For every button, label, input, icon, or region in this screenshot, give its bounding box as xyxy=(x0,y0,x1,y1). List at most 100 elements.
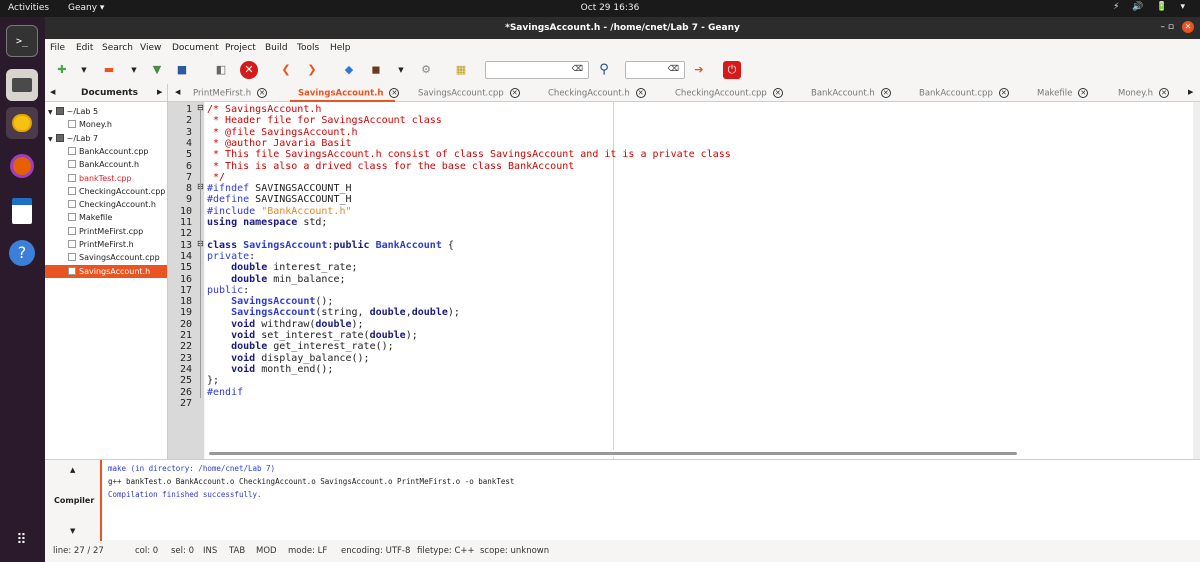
revert-icon[interactable]: ◧ xyxy=(212,61,230,79)
search-input[interactable]: ⌫ xyxy=(485,61,589,79)
menu-view[interactable]: View xyxy=(140,43,161,53)
sidebar-file[interactable]: CheckingAccount.h xyxy=(45,198,167,211)
close-icon[interactable]: ✕ xyxy=(509,88,520,98)
open-folder-icon[interactable]: ▬ xyxy=(100,61,118,79)
sidebar-file[interactable]: PrintMeFirst.cpp xyxy=(45,225,167,238)
close-icon[interactable]: ✕ xyxy=(1182,21,1194,33)
sidebar-next-icon[interactable]: ▶ xyxy=(157,88,162,96)
code-line[interactable]: void month_end(); xyxy=(207,364,333,375)
close-icon[interactable]: ✕ xyxy=(1159,88,1170,98)
code-line[interactable]: #define SAVINGSACCOUNT_H xyxy=(207,194,352,205)
tab-savingsaccount-cpp[interactable]: SavingsAccount.cpp ✕ xyxy=(418,88,520,99)
code-line[interactable]: class SavingsAccount:public BankAccount … xyxy=(207,240,454,251)
tab-makefile[interactable]: Makefile ✕ xyxy=(1037,88,1089,99)
compile-icon[interactable]: ◆ xyxy=(340,61,358,79)
geany-icon[interactable] xyxy=(6,107,38,139)
code-line[interactable]: * This file SavingsAccount.h consist of … xyxy=(207,149,731,160)
menu-tools[interactable]: Tools xyxy=(297,43,319,53)
compiler-message[interactable]: g++ bankTest.o BankAccount.o CheckingAcc… xyxy=(108,477,514,486)
tab-savingsaccount-h[interactable]: SavingsAccount.h ✕ xyxy=(298,88,400,99)
close-icon[interactable]: ✕ xyxy=(389,88,400,98)
back-icon[interactable]: ❮ xyxy=(277,61,295,79)
sidebar-prev-icon[interactable]: ◀ xyxy=(50,88,55,96)
code-line[interactable]: double get_interest_rate(); xyxy=(207,341,394,352)
save-all-icon[interactable]: ■ xyxy=(173,61,191,79)
files-icon[interactable] xyxy=(6,69,38,101)
code-line[interactable]: #ifndef SAVINGSACCOUNT_H xyxy=(207,183,352,194)
editor-vertical-scrollbar[interactable] xyxy=(1193,102,1200,459)
sidebar-file[interactable]: SavingsAccount.h xyxy=(45,264,167,278)
code-line[interactable]: */ xyxy=(207,172,225,183)
scroll-thumb[interactable] xyxy=(209,452,1017,455)
help-icon[interactable]: ? xyxy=(6,237,38,269)
sidebar-file[interactable]: Money.h xyxy=(45,118,167,131)
code-editor[interactable]: /* SavingsAccount.h * Header file for Sa… xyxy=(205,102,1193,459)
search-icon[interactable]: ⚲ xyxy=(595,61,613,79)
app-menu[interactable]: Geany ▾ xyxy=(68,3,104,13)
close-icon[interactable]: ✕ xyxy=(880,88,891,98)
code-line[interactable]: }; xyxy=(207,375,219,386)
close-icon[interactable]: ✕ xyxy=(257,88,268,98)
tab-compiler[interactable]: Compiler xyxy=(54,496,94,505)
code-line[interactable]: SavingsAccount(string, double,double); xyxy=(207,307,460,318)
clear-goto-icon[interactable]: ⌫ xyxy=(668,64,679,73)
menu-edit[interactable]: Edit xyxy=(76,43,93,53)
build-dropdown-icon[interactable]: ▼ xyxy=(392,61,410,79)
menu-project[interactable]: Project xyxy=(225,43,256,53)
open-dropdown-icon[interactable]: ▼ xyxy=(125,61,143,79)
code-line[interactable]: #endif xyxy=(207,387,243,398)
system-tray-icons[interactable]: ⚡ 🔊 🔋 ▾ xyxy=(1113,2,1190,12)
goto-line-input[interactable]: ⌫ xyxy=(625,61,685,79)
tabs-next-icon[interactable]: ▶ xyxy=(1188,88,1193,96)
chevron-down-icon[interactable]: ▼ xyxy=(48,109,53,116)
sidebar-file[interactable]: SavingsAccount.cpp xyxy=(45,251,167,264)
sidebar-folder[interactable]: ▼ ~/Lab 5 xyxy=(45,105,167,118)
code-line[interactable]: public: xyxy=(207,285,249,296)
tab-checkingaccount-h[interactable]: CheckingAccount.h ✕ xyxy=(548,88,646,99)
window-controls[interactable]: – ▫ xyxy=(1161,22,1174,32)
sidebar-file[interactable]: BankAccount.cpp xyxy=(45,145,167,158)
code-line[interactable]: * @file SavingsAccount.h xyxy=(207,127,358,138)
code-line[interactable]: double min_balance; xyxy=(207,274,345,285)
code-line[interactable]: void display_balance(); xyxy=(207,353,369,364)
tab-bankaccount-cpp[interactable]: BankAccount.cpp ✕ xyxy=(919,88,1009,99)
sidebar-file[interactable]: BankAccount.h xyxy=(45,158,167,171)
menu-help[interactable]: Help xyxy=(330,43,351,53)
menu-document[interactable]: Document xyxy=(172,43,219,53)
code-line[interactable]: private: xyxy=(207,251,255,262)
compiler-message[interactable]: Compilation finished successfully. xyxy=(108,490,262,499)
code-line[interactable]: * @author Javaria Basit xyxy=(207,138,351,149)
tabs-prev-icon[interactable]: ◀ xyxy=(175,88,180,96)
build-icon[interactable]: ◼ xyxy=(367,61,385,79)
terminal-icon[interactable]: >_ xyxy=(6,25,38,57)
menu-search[interactable]: Search xyxy=(102,43,133,53)
menu-file[interactable]: File xyxy=(50,43,65,53)
firefox-icon[interactable] xyxy=(6,150,38,182)
close-icon[interactable]: ✕ xyxy=(998,88,1009,98)
clear-search-icon[interactable]: ⌫ xyxy=(572,64,583,73)
code-line[interactable]: #include "BankAccount.h" xyxy=(207,206,352,217)
code-line[interactable]: void set_interest_rate(double); xyxy=(207,330,418,341)
show-apps-icon[interactable]: ⠿ xyxy=(6,524,38,556)
jump-to-line-icon[interactable]: ➔ xyxy=(690,61,708,79)
tab-bankaccount-h[interactable]: BankAccount.h ✕ xyxy=(811,88,891,99)
code-line[interactable]: using namespace std; xyxy=(207,217,327,228)
sidebar-file[interactable]: PrintMeFirst.h xyxy=(45,238,167,251)
code-line[interactable]: double interest_rate; xyxy=(207,262,357,273)
quit-icon[interactable]: ⏻ xyxy=(723,61,741,79)
writer-icon[interactable] xyxy=(6,195,38,227)
sidebar-file[interactable]: Makefile xyxy=(45,211,167,224)
tab-money-h[interactable]: Money.h ✕ xyxy=(1118,88,1170,99)
chevron-down-icon[interactable]: ▼ xyxy=(48,136,53,143)
msg-tab-up-icon[interactable]: ▲ xyxy=(70,466,75,474)
sidebar-folder[interactable]: ▼ ~/Lab 7 xyxy=(45,132,167,145)
code-line[interactable]: void withdraw(double); xyxy=(207,319,363,330)
sidebar-file[interactable]: bankTest.cpp xyxy=(45,172,167,185)
tab-checkingaccount-cpp[interactable]: CheckingAccount.cpp ✕ xyxy=(675,88,783,99)
menu-build[interactable]: Build xyxy=(265,43,288,53)
sidebar-tab-documents[interactable]: Documents xyxy=(81,88,138,98)
code-line[interactable]: SavingsAccount(); xyxy=(207,296,333,307)
new-file-icon[interactable]: ✚ xyxy=(53,61,71,79)
tab-printmefirst-h[interactable]: PrintMeFirst.h ✕ xyxy=(193,88,268,99)
activities-button[interactable]: Activities xyxy=(8,3,49,13)
